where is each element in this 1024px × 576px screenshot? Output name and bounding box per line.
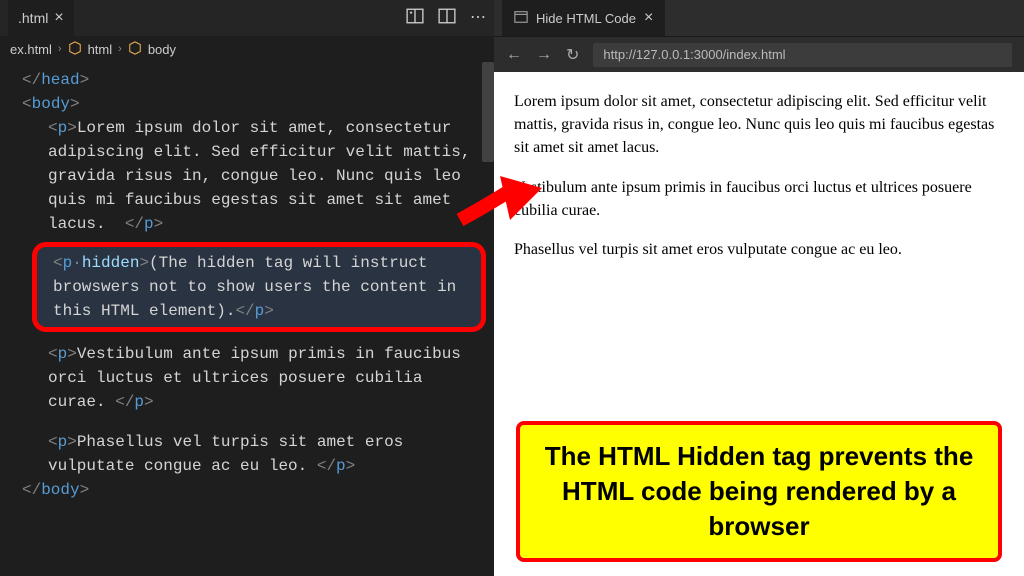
editor-tab[interactable]: .html × xyxy=(8,0,74,36)
page-paragraph: Phasellus vel turpis sit amet eros vulpu… xyxy=(514,238,1004,261)
editor-tabbar: .html × ⋯ xyxy=(0,0,494,36)
arrow-annotation xyxy=(452,164,548,236)
more-icon[interactable]: ⋯ xyxy=(470,7,486,30)
code-editor[interactable]: </head> <body> <p>Lorem ipsum dolor sit … xyxy=(0,62,494,576)
breadcrumb[interactable]: ex.html › html › body xyxy=(0,36,494,62)
page-paragraph: Vestibulum ante ipsum primis in faucibus… xyxy=(514,176,1004,222)
split-preview-icon[interactable] xyxy=(406,7,424,30)
tab-filename: .html xyxy=(18,10,48,26)
page-paragraph: Lorem ipsum dolor sit amet, consectetur … xyxy=(514,90,1004,160)
url-bar[interactable]: http://127.0.0.1:3000/index.html xyxy=(593,43,1012,67)
close-icon[interactable]: × xyxy=(644,9,653,27)
highlighted-code-box: <p·hidden>(The hidden tag will instruct … xyxy=(32,242,486,332)
callout-text: The HTML Hidden tag prevents the HTML co… xyxy=(545,441,974,541)
browser-navbar: ← → ↻ http://127.0.0.1:3000/index.html xyxy=(494,36,1024,72)
browser-tab-title: Hide HTML Code xyxy=(536,11,636,26)
scrollbar[interactable] xyxy=(482,62,494,162)
breadcrumb-html: html xyxy=(88,42,113,57)
breadcrumb-body: body xyxy=(148,42,176,57)
editor-panel: .html × ⋯ ex.html › html › body </head> … xyxy=(0,0,494,576)
url-text: http://127.0.0.1:3000/index.html xyxy=(603,47,785,62)
cube-icon xyxy=(128,41,142,58)
forward-icon[interactable]: → xyxy=(536,46,552,64)
back-icon[interactable]: ← xyxy=(506,46,522,64)
browser-tabbar: Hide HTML Code × xyxy=(494,0,1024,36)
breadcrumb-file: ex.html xyxy=(10,42,52,57)
cube-icon xyxy=(68,41,82,58)
chevron-right-icon: › xyxy=(118,43,122,55)
rendered-page: Lorem ipsum dolor sit amet, consectetur … xyxy=(494,72,1024,576)
callout-box: The HTML Hidden tag prevents the HTML co… xyxy=(516,421,1002,562)
browser-panel: Hide HTML Code × ← → ↻ http://127.0.0.1:… xyxy=(494,0,1024,576)
code-text: Phasellus vel turpis sit amet eros vulpu… xyxy=(48,433,413,475)
close-icon[interactable]: × xyxy=(54,9,63,27)
browser-tab[interactable]: Hide HTML Code × xyxy=(502,0,665,36)
code-text: Vestibulum ante ipsum primis in faucibus… xyxy=(48,345,471,411)
webpage-icon xyxy=(514,10,528,27)
tab-actions: ⋯ xyxy=(406,7,486,30)
split-editor-icon[interactable] xyxy=(438,7,456,30)
reload-icon[interactable]: ↻ xyxy=(566,45,579,65)
code-text: Lorem ipsum dolor sit amet, consectetur … xyxy=(48,119,480,233)
chevron-right-icon: › xyxy=(58,43,62,55)
